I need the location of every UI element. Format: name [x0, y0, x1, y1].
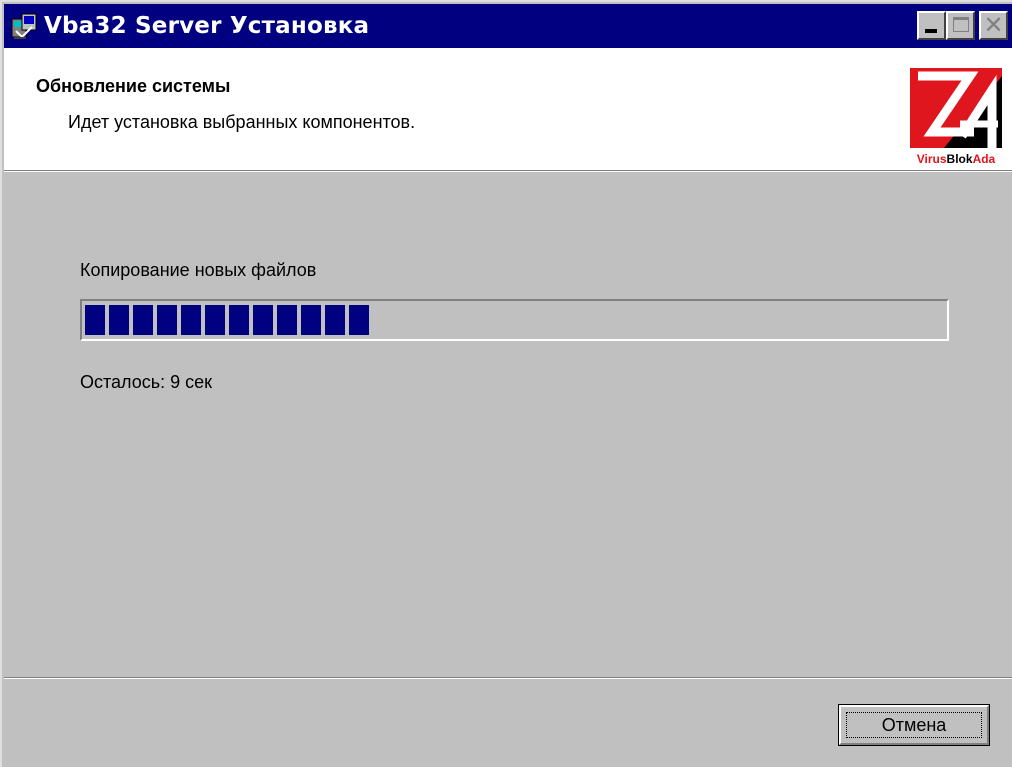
page-title: Обновление системы: [36, 76, 231, 96]
window-title: Vba32 Server Установка: [44, 13, 370, 39]
minimize-button[interactable]: [917, 11, 946, 40]
progress-block: [205, 305, 225, 335]
cancel-button-bevel: Отмена: [839, 705, 989, 745]
progress-block: [277, 305, 297, 335]
progress-block: [181, 305, 201, 335]
cancel-button-label: Отмена: [846, 712, 982, 738]
header-divider: [4, 170, 1012, 172]
svg-text:VirusBlokAda: VirusBlokAda: [917, 152, 996, 166]
cancel-button[interactable]: Отмена: [838, 704, 990, 746]
title-bar[interactable]: Vba32 Server Установка ✕: [4, 4, 1012, 48]
virusblokada-logo: VirusBlokAda: [904, 62, 1008, 166]
maximize-icon: [953, 17, 969, 32]
close-button[interactable]: ✕: [979, 11, 1008, 40]
footer-divider: [4, 677, 1012, 679]
progress-block: [157, 305, 177, 335]
progress-block: [325, 305, 345, 335]
installer-window: Vba32 Server Установка ✕ Обновление сист…: [0, 0, 1012, 767]
time-remaining: Осталось: 9 сек: [80, 372, 213, 392]
close-icon: ✕: [983, 11, 1004, 39]
progress-block: [253, 305, 273, 335]
progress-block: [133, 305, 153, 335]
progress-block: [109, 305, 129, 335]
progress-block: [85, 305, 105, 335]
page-subtitle: Идет установка выбранных компонентов.: [68, 112, 416, 132]
progress-block: [349, 305, 369, 335]
minimize-icon: [925, 29, 937, 33]
window-controls: ✕: [917, 11, 1008, 40]
progress-block: [301, 305, 321, 335]
progress-bar: [80, 299, 949, 341]
maximize-button[interactable]: [946, 11, 975, 40]
progress-step-label: Копирование новых файлов: [80, 260, 317, 280]
header-banner: Обновление системы Идет установка выбран…: [4, 48, 1012, 170]
installer-icon: [10, 11, 40, 41]
progress-block: [229, 305, 249, 335]
